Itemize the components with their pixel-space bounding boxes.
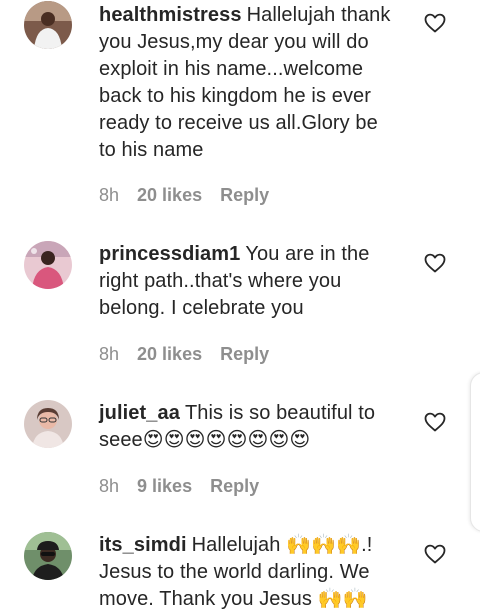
comment-username[interactable]: juliet_aa bbox=[99, 402, 180, 424]
avatar[interactable] bbox=[24, 532, 72, 580]
comment-text-block: juliet_aa This is so beautiful to seee😍😍😍… bbox=[99, 400, 399, 454]
comment-time: 8h bbox=[99, 343, 120, 364]
reply-button[interactable]: Reply bbox=[220, 344, 269, 365]
comment-likes[interactable]: 20 likes bbox=[137, 185, 202, 206]
reply-button[interactable]: Reply bbox=[220, 185, 269, 206]
comment-time: 8h bbox=[99, 184, 120, 205]
reply-button[interactable]: Reply bbox=[210, 476, 259, 497]
comment-username[interactable]: its_simdi bbox=[99, 534, 187, 556]
overlay-card-edge[interactable] bbox=[470, 372, 480, 532]
comment-likes[interactable]: 20 likes bbox=[137, 344, 202, 365]
comment-username[interactable]: healthmistress bbox=[99, 4, 242, 26]
heart-icon[interactable] bbox=[423, 542, 447, 566]
comment-meta: 8h 20 likes Reply bbox=[99, 342, 269, 366]
avatar[interactable] bbox=[24, 1, 72, 49]
heart-icon[interactable] bbox=[423, 11, 447, 35]
comment-likes[interactable]: 9 likes bbox=[137, 476, 192, 497]
comment-username[interactable]: princessdiam1 bbox=[99, 243, 240, 265]
comment-meta: 8h 9 likes Reply bbox=[99, 474, 259, 498]
avatar[interactable] bbox=[24, 400, 72, 448]
comment-text-block: healthmistress Hallelujah thank you Jesus… bbox=[99, 2, 399, 164]
comment-text-block: princessdiam1 You are in the right path..… bbox=[99, 241, 399, 322]
comment-text-block: its_simdi Hallelujah 🙌🙌🙌.! Jesus to the w… bbox=[99, 532, 399, 613]
heart-icon[interactable] bbox=[423, 410, 447, 434]
comment-meta: 8h 20 likes Reply bbox=[99, 183, 269, 207]
comment-time: 8h bbox=[99, 475, 120, 496]
comment-text: Hallelujah thank you Jesus,my dear you w… bbox=[99, 4, 391, 161]
heart-icon[interactable] bbox=[423, 251, 447, 275]
avatar[interactable] bbox=[24, 241, 72, 289]
